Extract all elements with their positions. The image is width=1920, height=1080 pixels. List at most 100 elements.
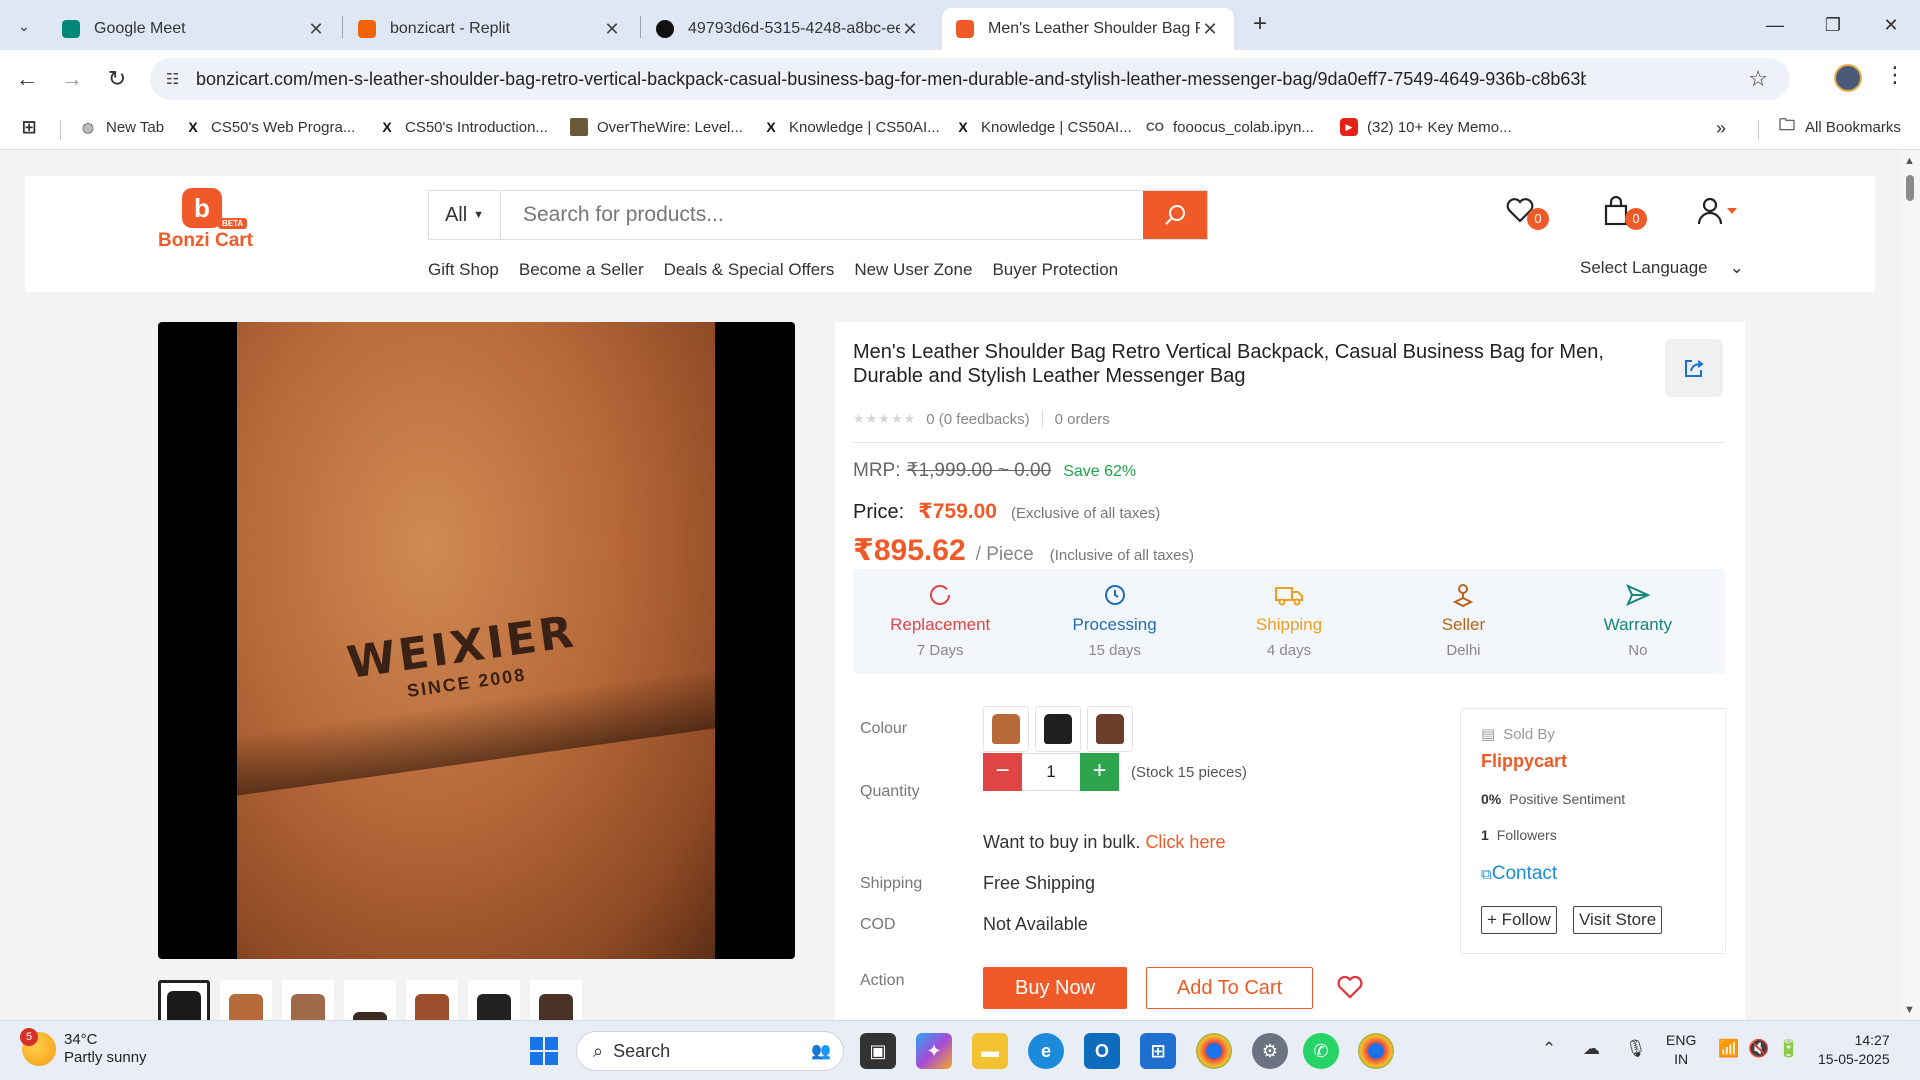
followers-label: Followers <box>1496 827 1557 843</box>
bookmark-item[interactable]: X Knowledge | CS50AI... <box>762 118 939 136</box>
save-percent: Save 62% <box>1063 463 1137 480</box>
url-text[interactable]: bonzicart.com/men-s-leather-shoulder-bag… <box>196 69 1586 90</box>
thumbnail[interactable] <box>468 980 520 1020</box>
weather-widget[interactable]: 5 34°C Partly sunny <box>20 1028 147 1067</box>
wifi-icon[interactable]: 📶 <box>1718 1039 1739 1059</box>
bookmark-item[interactable]: OverTheWire: Level... <box>570 118 743 136</box>
product-main-image[interactable]: WEIXIER SINCE 2008 <box>158 322 795 959</box>
microphone-icon[interactable]: 🎙 <box>1625 1039 1647 1059</box>
thumbnail[interactable] <box>530 980 582 1020</box>
thumbnail[interactable] <box>406 980 458 1020</box>
nav-become-seller[interactable]: Become a Seller <box>519 260 644 280</box>
bookmark-item[interactable]: ▶ (32) 10+ Key Memo... <box>1340 118 1512 136</box>
add-to-wishlist-button[interactable] <box>1336 974 1364 1005</box>
share-button[interactable] <box>1665 339 1723 397</box>
bookmark-item[interactable]: X CS50's Introduction... <box>378 118 548 136</box>
colour-swatch-black[interactable] <box>1035 706 1081 752</box>
onedrive-icon[interactable]: ☁ <box>1583 1039 1600 1059</box>
feature-name: Warranty <box>1603 615 1672 634</box>
scroll-up-icon[interactable]: ▲ <box>1904 155 1915 167</box>
new-tab-button[interactable]: + <box>1245 10 1275 40</box>
windows-start-icon[interactable] <box>526 1033 562 1069</box>
language-indicator[interactable]: ENG IN <box>1666 1031 1696 1069</box>
settings-gear-icon[interactable]: ⚙ <box>1252 1033 1288 1069</box>
page-scrollbar[interactable]: ▲ ▼ <box>1900 151 1920 1020</box>
account-menu[interactable] <box>1697 196 1741 236</box>
thumbnail[interactable] <box>158 980 210 1020</box>
edge-icon[interactable]: e <box>1028 1033 1064 1069</box>
thumbnail[interactable] <box>344 980 396 1020</box>
category-select[interactable]: All ▼ <box>429 191 501 239</box>
quantity-increase-button[interactable]: + <box>1080 753 1119 791</box>
search-input[interactable] <box>501 191 1143 239</box>
reload-icon[interactable]: ↻ <box>102 64 132 94</box>
microsoft-store-icon[interactable]: ⊞ <box>1140 1033 1176 1069</box>
bookmark-label: CS50's Web Progra... <box>211 118 356 136</box>
scrollbar-thumb[interactable] <box>1906 175 1914 201</box>
window-close-icon[interactable]: ✕ <box>1868 10 1914 40</box>
bonzicart-icon <box>956 20 974 38</box>
copilot-icon[interactable]: ✦ <box>916 1033 952 1069</box>
seller-name[interactable]: Flippycart <box>1481 751 1567 772</box>
tab-google-meet[interactable]: Google Meet ✕ <box>48 8 340 50</box>
clock[interactable]: 14:27 15-05-2025 <box>1818 1031 1890 1069</box>
nav-new-user-zone[interactable]: New User Zone <box>854 260 972 280</box>
battery-icon[interactable]: 🔋 <box>1778 1039 1799 1059</box>
nav-buyer-protection[interactable]: Buyer Protection <box>992 260 1118 280</box>
site-info-icon[interactable]: ☷ <box>166 70 186 88</box>
close-icon[interactable]: ✕ <box>900 19 920 40</box>
forward-arrow-icon[interactable]: → <box>57 64 87 94</box>
tab-vercel[interactable]: 49793d6d-5315-4248-a8bc-ee5 ✕ <box>642 8 934 50</box>
bookmark-item[interactable]: X CS50's Web Progra... <box>184 118 355 136</box>
back-arrow-icon[interactable]: ← <box>12 64 42 94</box>
thumbnail[interactable] <box>282 980 334 1020</box>
restore-icon[interactable]: ❐ <box>1810 10 1856 40</box>
minimize-icon[interactable]: — <box>1752 10 1798 40</box>
browser-menu-icon[interactable]: ⋮ <box>1884 62 1906 88</box>
tab-search-chevron-icon[interactable]: ⌄ <box>10 12 38 40</box>
search-button[interactable] <box>1143 191 1207 239</box>
feedback-count[interactable]: 0 (0 feedbacks) <box>926 411 1029 428</box>
close-icon[interactable]: ✕ <box>602 19 622 40</box>
chrome-profile-icon[interactable] <box>1358 1033 1394 1069</box>
wishlist-button[interactable]: 0 <box>1505 196 1549 236</box>
language-select[interactable]: Select Language ⌄ <box>1580 258 1744 278</box>
file-explorer-icon[interactable]: ▬ <box>972 1033 1008 1069</box>
more-bookmarks-chevron-icon[interactable]: » <box>1716 118 1726 139</box>
taskbar-search[interactable]: ⌕ Search 👥 <box>576 1031 844 1071</box>
outlook-icon[interactable]: O <box>1084 1033 1120 1069</box>
close-icon[interactable]: ✕ <box>1200 19 1220 40</box>
all-bookmarks-button[interactable]: 🗀 All Bookmarks <box>1778 117 1901 136</box>
colour-swatch-brown[interactable] <box>1087 706 1133 752</box>
cart-button[interactable]: 0 <box>1603 195 1647 236</box>
chrome-icon[interactable] <box>1196 1033 1232 1069</box>
buy-now-button[interactable]: Buy Now <box>983 967 1127 1009</box>
profile-avatar[interactable] <box>1834 64 1862 92</box>
colour-swatch-tan[interactable] <box>983 706 1029 752</box>
bonzicart-logo[interactable]: b BETA Bonzi Cart <box>155 188 265 252</box>
quantity-input[interactable]: 1 <box>1022 753 1080 791</box>
bookmark-item[interactable]: X Knowledge | CS50AI... <box>954 118 1131 136</box>
scroll-down-icon[interactable]: ▼ <box>1904 1004 1915 1016</box>
bookmark-star-icon[interactable]: ☆ <box>1748 66 1768 92</box>
bookmark-item[interactable]: ◍ New Tab <box>79 118 164 136</box>
task-view-icon[interactable]: ▣ <box>860 1033 896 1069</box>
speaker-muted-icon[interactable]: 🔇 <box>1748 1039 1769 1059</box>
tab-replit[interactable]: bonzicart - Replit ✕ <box>344 8 636 50</box>
nav-gift-shop[interactable]: Gift Shop <box>428 260 499 280</box>
omnibox[interactable]: ☷ bonzicart.com/men-s-leather-shoulder-b… <box>150 58 1790 100</box>
show-hidden-icons-chevron-icon[interactable]: ⌃ <box>1542 1039 1556 1059</box>
apps-grid-icon[interactable]: ⊞ <box>20 117 47 137</box>
bulk-click-here-link[interactable]: Click here <box>1145 832 1225 852</box>
close-icon[interactable]: ✕ <box>306 19 326 40</box>
bookmark-item[interactable]: CO fooocus_colab.ipyn... <box>1146 118 1314 136</box>
quantity-decrease-button[interactable]: − <box>983 753 1022 791</box>
add-to-cart-button[interactable]: Add To Cart <box>1146 967 1313 1009</box>
whatsapp-icon[interactable]: ✆ <box>1303 1033 1339 1069</box>
follow-button[interactable]: + Follow <box>1481 906 1557 934</box>
contact-link[interactable]: ⧉Contact <box>1481 863 1557 885</box>
visit-store-button[interactable]: Visit Store <box>1573 906 1663 934</box>
thumbnail[interactable] <box>220 980 272 1020</box>
nav-deals[interactable]: Deals & Special Offers <box>664 260 835 280</box>
tab-bonzicart-product[interactable]: Men's Leather Shoulder Bag Re ✕ <box>942 8 1234 50</box>
